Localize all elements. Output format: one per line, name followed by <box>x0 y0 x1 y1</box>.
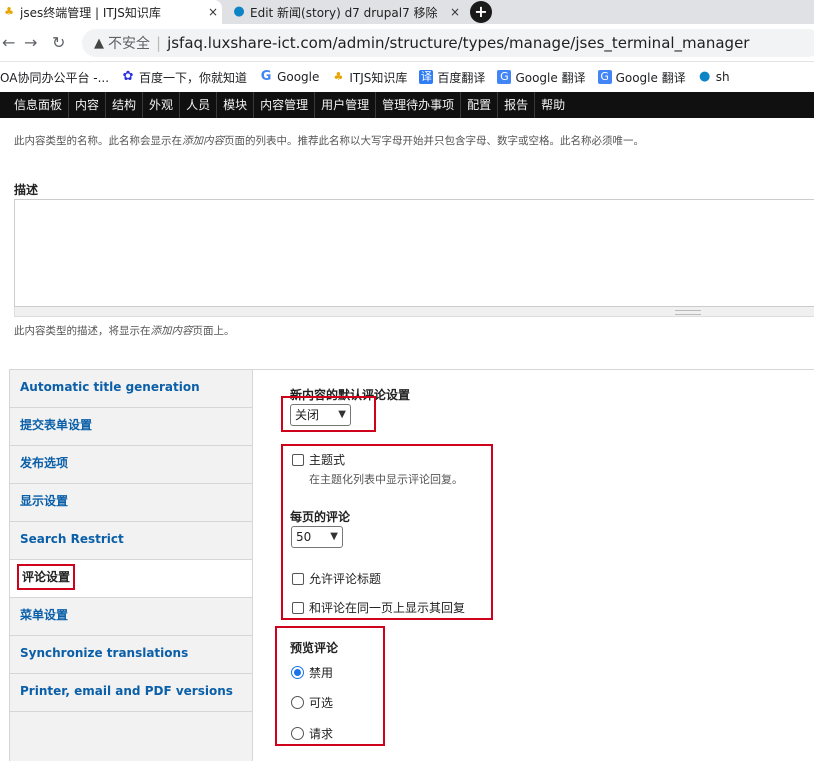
toolbar-item-modules[interactable]: 模块 <box>216 92 253 118</box>
description-textarea[interactable] <box>14 199 814 307</box>
admin-toolbar: 信息面板 内容 结构 外观 人员 模块 内容管理 用户管理 管理待办事项 配置 … <box>0 92 814 118</box>
bookmark-label: Google 翻译 <box>615 70 686 85</box>
toolbar-item-structure[interactable]: 结构 <box>105 92 142 118</box>
vtab-search-restrict[interactable]: Search Restrict <box>10 522 252 560</box>
forward-arrow-icon[interactable]: → <box>24 33 37 52</box>
warning-icon[interactable]: ▲ <box>94 36 104 51</box>
bookmark-label: Google <box>277 70 320 84</box>
toolbar-item-people[interactable]: 人员 <box>179 92 216 118</box>
bookmark-baidu[interactable]: ✿ 百度一下，你就知道 <box>121 69 247 86</box>
vtab-display-settings[interactable]: 显示设置 <box>10 484 252 522</box>
name-field-description: 此内容类型的名称。此名称会显示在添加内容页面的列表中。推荐此名称以大写字母开始并… <box>14 135 644 147</box>
new-tab-button[interactable]: + <box>470 1 492 23</box>
bookmark-drupal[interactable]: ● sh <box>698 69 730 85</box>
bookmark-google[interactable]: G Google <box>259 69 320 85</box>
toolbar-item-todo[interactable]: 管理待办事项 <box>375 92 460 118</box>
highlight-box <box>275 626 385 746</box>
security-status[interactable]: 不安全 <box>108 33 150 53</box>
google-icon: G <box>260 69 272 84</box>
browser-tab-bar: ♣ jses终端管理 | ITJS知识库 × ● Edit 新闻(story) … <box>0 0 814 24</box>
close-icon[interactable]: × <box>446 5 464 19</box>
toolbar-item-appearance[interactable]: 外观 <box>142 92 179 118</box>
toolbar-item-content-management[interactable]: 内容管理 <box>253 92 314 118</box>
bookmarks-bar: OA协同办公平台 -... ✿ 百度一下，你就知道 G Google ♣ ITJ… <box>0 62 814 92</box>
url-separator: | <box>156 34 162 52</box>
toolbar-item-user-management[interactable]: 用户管理 <box>314 92 375 118</box>
google-translate-icon: G <box>497 70 512 84</box>
drupal-icon: ● <box>699 69 711 84</box>
vertical-tabs: Automatic title generation 提交表单设置 发布选项 显… <box>9 369 253 761</box>
leaf-icon: ♣ <box>4 5 14 18</box>
bookmark-google-translate[interactable]: G Google 翻译 <box>497 69 586 86</box>
bookmark-label: sh <box>715 70 730 84</box>
vtab-printer-email-pdf[interactable]: Printer, email and PDF versions <box>10 674 252 712</box>
baidu-icon: ✿ <box>122 69 134 84</box>
drupal-icon: ● <box>233 4 245 19</box>
address-bar-row: ← → ↻ ▲ 不安全 | jsfaq.luxshare-ict.com/adm… <box>0 24 814 62</box>
bookmark-google-translate-2[interactable]: G Google 翻译 <box>597 69 686 86</box>
url-bar[interactable]: ▲ 不安全 | jsfaq.luxshare-ict.com/admin/str… <box>82 29 814 57</box>
bookmark-label: ITJS知识库 <box>349 70 408 85</box>
vtab-submission-form[interactable]: 提交表单设置 <box>10 408 252 446</box>
bookmark-label: 百度一下，你就知道 <box>139 70 248 85</box>
bookmark-baidu-translate[interactable]: 译 百度翻译 <box>419 69 485 86</box>
vtab-synchronize-translations[interactable]: Synchronize translations <box>10 636 252 674</box>
toolbar-item-dashboard[interactable]: 信息面板 <box>8 92 68 118</box>
textarea-resize-grip[interactable] <box>14 307 814 317</box>
toolbar-item-config[interactable]: 配置 <box>460 92 497 118</box>
pane-top-border <box>253 369 814 370</box>
vtab-comment-settings[interactable]: 评论设置 <box>10 560 252 598</box>
bookmark-oa[interactable]: OA协同办公平台 -... <box>0 69 109 86</box>
vtab-publishing-options[interactable]: 发布选项 <box>10 446 252 484</box>
close-icon[interactable]: × <box>204 5 222 19</box>
toolbar-item-content[interactable]: 内容 <box>68 92 105 118</box>
url-text[interactable]: jsfaq.luxshare-ict.com/admin/structure/t… <box>167 34 749 52</box>
highlight-box <box>281 444 493 620</box>
reload-icon[interactable]: ↻ <box>52 33 65 52</box>
highlight-box <box>281 396 376 432</box>
vtab-filler <box>10 713 252 761</box>
translate-icon: 译 <box>419 70 434 84</box>
leaf-icon: ♣ <box>333 70 344 83</box>
tab-title: jses终端管理 | ITJS知识库 <box>20 5 161 20</box>
description-label: 描述 <box>14 183 39 197</box>
bookmark-label: OA协同办公平台 -... <box>0 70 110 85</box>
vtab-automatic-title[interactable]: Automatic title generation <box>10 370 252 408</box>
back-arrow-icon[interactable]: ← <box>2 33 15 52</box>
google-translate-icon: G <box>597 70 612 84</box>
bookmark-label: 百度翻译 <box>437 70 486 85</box>
browser-tab-active[interactable]: ♣ jses终端管理 | ITJS知识库 × <box>0 0 222 24</box>
tab-title: Edit 新闻(story) d7 drupal7 移除 <box>250 5 438 20</box>
description-field-help: 此内容类型的描述，将显示在添加内容页面上。 <box>14 325 235 337</box>
toolbar-item-reports[interactable]: 报告 <box>497 92 534 118</box>
browser-tab[interactable]: ● Edit 新闻(story) d7 drupal7 移除 × <box>224 0 464 24</box>
bookmark-label: Google 翻译 <box>515 70 586 85</box>
toolbar-item-help[interactable]: 帮助 <box>534 92 571 118</box>
bookmark-itjs[interactable]: ♣ ITJS知识库 <box>331 69 407 86</box>
vtab-menu-settings[interactable]: 菜单设置 <box>10 598 252 636</box>
